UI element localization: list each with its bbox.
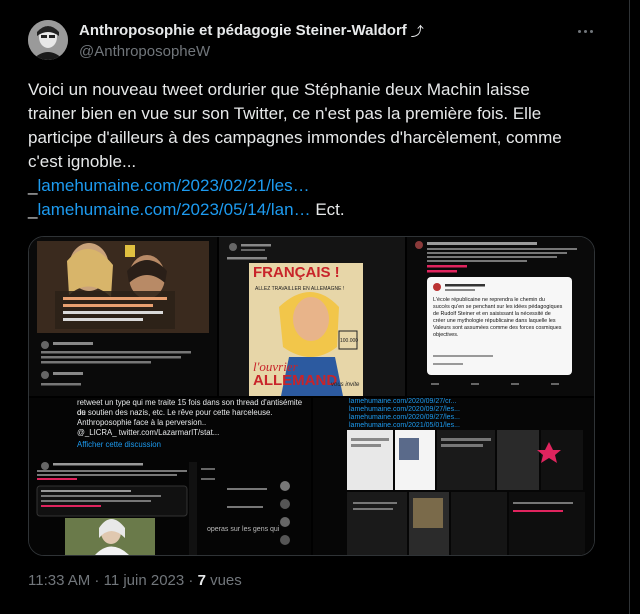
tweet-text-line: participe d'ailleurs à des campagnes imm… [28, 128, 562, 147]
media-image-screenshot-1[interactable] [29, 237, 217, 396]
poster-bottom-line2: ALLEMAND [253, 372, 338, 389]
tweet-link-line: _lamehumaine.com/2023/02/21/les… [28, 174, 603, 198]
photo-illustration [29, 237, 217, 396]
tweet-container: Anthroposophie et pédagogie Steiner-Wald… [0, 0, 630, 614]
screenshot-card-text: L'école républicaine ne reprendra le che… [433, 297, 563, 338]
media-image-collage[interactable]: lamehumaine.com/2020/09/27/cr... lamehum… [313, 398, 594, 555]
views-label: vues [205, 572, 242, 589]
tweet-link[interactable]: lamehumaine.com/2023/02/21/les… [37, 176, 309, 195]
tweet-link-line: _lamehumaine.com/2023/05/14/lan… Ect. [28, 198, 603, 222]
tweet-link[interactable]: lamehumaine.com/2023/05/14/lan… [37, 200, 310, 219]
tweet-date[interactable]: 11 juin 2023 [104, 572, 185, 589]
media-image-screenshot-3[interactable]: L'école républicaine ne reprendra le che… [407, 237, 594, 396]
more-options-button[interactable] [573, 22, 597, 40]
more-dot-icon [583, 29, 587, 33]
collage-link-1[interactable]: lamehumaine.com/2020/09/27/cr... [349, 398, 456, 406]
poster-side-text: vous invite [331, 382, 360, 388]
author-display-name[interactable]: Anthroposophie et pédagogie Steiner-Wald… [79, 22, 407, 39]
tweet-text-line: c'est ignoble... [28, 152, 137, 171]
avatar-portrait-icon [28, 20, 68, 60]
media-image-poster[interactable]: FRANÇAIS ! ALLEZ TRAVAILLER EN ALLEMAGNE… [219, 237, 405, 396]
meta-separator: · [184, 572, 198, 589]
tweet-meta: 11:33 AM · 11 juin 2023 · 7 vues [28, 572, 242, 589]
media-image-screenshot-4[interactable]: retweet un type qui me traite 15 fois da… [29, 398, 311, 555]
meta-separator: · [90, 572, 104, 589]
more-dot-icon [577, 29, 581, 33]
tweet-text-line: trainer bien en vue sur son Twitter, ce … [28, 104, 542, 123]
thread-show-discussion-link[interactable]: Afficher cette discussion [77, 440, 161, 450]
poster-subtitle: ALLEZ TRAVAILLER EN ALLEMAGNE ! [255, 286, 345, 292]
tweet-text: Voici un nouveau tweet ordurier que Stép… [28, 78, 603, 222]
thread-line-2: de soutien des nazis, etc. Le rêve pour … [77, 408, 273, 417]
profile-badge-icon: ⤴ [410, 24, 424, 39]
views-count: 7 [197, 572, 206, 589]
thread-caption: operas sur les gens qui [207, 526, 280, 533]
poster-bottom-line1: l'ouvrier [253, 359, 298, 374]
thread-line-4: @_LICRA_ twitter.com/LazarmarIT/stat... [77, 428, 220, 437]
poster-title: FRANÇAIS ! [253, 264, 340, 281]
thread-line-3: Anthroposophie face à la perversion.. [77, 418, 207, 427]
author-name-row[interactable]: Anthroposophie et pédagogie Steiner-Wald… [79, 21, 424, 40]
more-dot-icon [589, 29, 593, 33]
tweet-text-trailing: Ect. [310, 200, 345, 219]
collage-link-4[interactable]: lamehumaine.com/2021/05/01/les... [349, 422, 460, 430]
tweet-text-line: Voici un nouveau tweet ordurier que Stép… [28, 80, 530, 99]
collage-link-2[interactable]: lamehumaine.com/2020/09/27/les... [349, 406, 460, 414]
avatar[interactable] [28, 20, 68, 60]
tweet-time[interactable]: 11:33 AM [28, 572, 90, 589]
author-handle[interactable]: @AnthroposopheW [79, 43, 210, 60]
poster-badge: 100.000 [340, 338, 359, 344]
collage-link-3[interactable]: lamehumaine.com/2020/09/27/les... [349, 414, 460, 422]
media-grid[interactable]: FRANÇAIS ! ALLEZ TRAVAILLER EN ALLEMAGNE… [28, 236, 595, 556]
